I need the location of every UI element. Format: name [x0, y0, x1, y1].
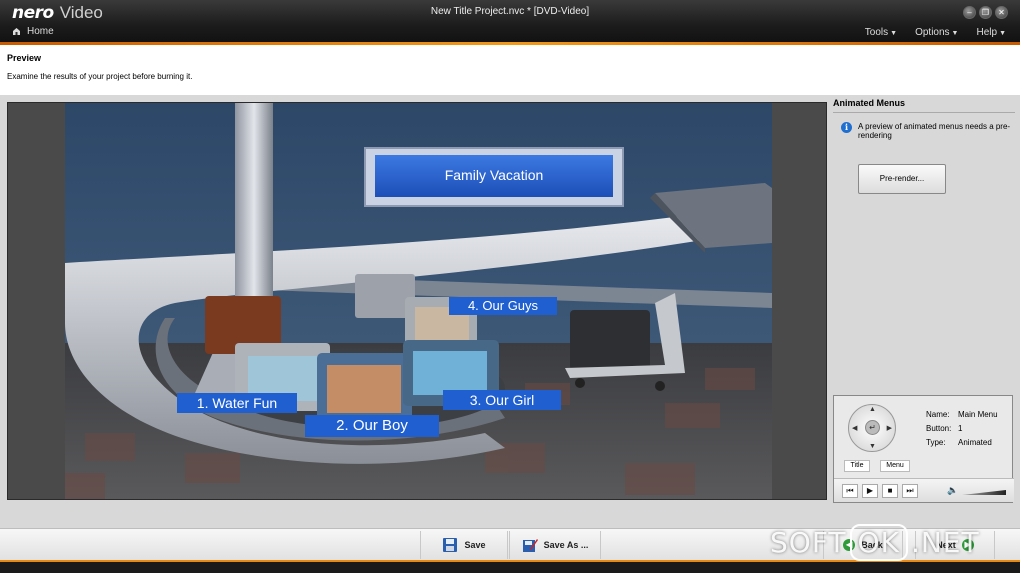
- menu-help[interactable]: Help ▼: [976, 27, 1006, 38]
- sign-text: Family Vacation: [444, 167, 544, 183]
- volume-slider[interactable]: [962, 490, 1006, 495]
- animated-menus-panel: Animated Menus i A preview of animated m…: [833, 98, 1015, 398]
- menu-tools-label: Tools: [864, 27, 889, 38]
- watermark-part-3: .NET: [910, 526, 980, 559]
- arrow-down-icon[interactable]: ▼: [869, 443, 876, 450]
- watermark: SOFT OK .NET: [770, 524, 980, 561]
- menu-preview-area: Family Vacation 1. Water Fun 2. Our Boy …: [7, 102, 827, 500]
- close-button[interactable]: ✕: [995, 6, 1008, 19]
- type-key: Type:: [926, 438, 946, 447]
- panel-title: Animated Menus: [833, 98, 1015, 113]
- transport-controls: ⏮ ▶ ■ ⏭ 🔈: [834, 478, 1014, 502]
- home-icon: [13, 28, 20, 35]
- top-menu: Tools ▼ Options ▼ Help ▼: [865, 27, 1006, 38]
- title-button[interactable]: Title: [844, 460, 870, 472]
- watermark-part-2: OK: [849, 524, 908, 561]
- menu-scene: Family Vacation 1. Water Fun 2. Our Boy …: [65, 103, 772, 499]
- window-controls: – ❐ ✕: [963, 6, 1008, 19]
- name-value: Main Menu: [958, 410, 998, 419]
- arrow-left-icon[interactable]: ◀: [852, 424, 857, 432]
- menu-button-water-fun[interactable]: 1. Water Fun: [177, 393, 297, 413]
- menu-help-label: Help: [976, 27, 998, 38]
- button-value: 1: [958, 424, 963, 433]
- floppy-disk-icon: [443, 538, 458, 552]
- save-as-label: Save As ...: [543, 540, 589, 550]
- nero-video-window: nero Video New Title Project.nvc * [DVD-V…: [0, 0, 1020, 573]
- enter-icon[interactable]: ↵: [865, 420, 880, 435]
- watermark-part-1: SOFT: [770, 526, 847, 559]
- menu-options[interactable]: Options ▼: [915, 27, 958, 38]
- minimize-button[interactable]: –: [963, 6, 976, 19]
- volume-icon: 🔈: [947, 485, 959, 495]
- home-label: Home: [27, 26, 54, 37]
- skip-forward-icon[interactable]: ⏭: [902, 484, 918, 498]
- menu-button-our-guys[interactable]: 4. Our Guys: [449, 297, 557, 315]
- arrow-right-icon[interactable]: ▶: [887, 424, 892, 432]
- arrow-up-icon[interactable]: ▲: [869, 406, 876, 413]
- name-key: Name:: [926, 410, 950, 419]
- home-nav[interactable]: Home: [12, 26, 54, 37]
- footer-strip: [0, 560, 1020, 573]
- menu-options-label: Options: [915, 27, 950, 38]
- remote-control-panel: ▲ ▼ ◀ ▶ ↵ Name: Main Menu Button: 1 Type: A…: [833, 395, 1014, 503]
- save-as-button[interactable]: Save As ...: [509, 531, 601, 559]
- menu-tools[interactable]: Tools ▼: [865, 27, 897, 38]
- prerender-info-text: A preview of animated menus needs a pre-…: [858, 122, 1011, 140]
- skip-back-icon[interactable]: ⏮: [842, 484, 858, 498]
- type-value: Animated: [958, 438, 992, 447]
- window-title: New Title Project.nvc * [DVD-Video]: [430, 6, 590, 17]
- chevron-down-icon: ▼: [999, 30, 1006, 37]
- save-button[interactable]: Save: [420, 531, 508, 559]
- page-header: Preview Examine the results of your proj…: [0, 45, 1020, 95]
- chevron-down-icon: ▼: [890, 30, 898, 37]
- title-bar: nero Video New Title Project.nvc * [DVD-V…: [0, 0, 1020, 42]
- chevron-down-icon: ▼: [951, 30, 959, 37]
- menu-button-our-boy[interactable]: 2. Our Boy: [305, 415, 439, 437]
- button-key: Button:: [926, 424, 952, 433]
- navigation-dpad[interactable]: ▲ ▼ ◀ ▶ ↵: [848, 404, 896, 452]
- play-icon[interactable]: ▶: [862, 484, 878, 498]
- stop-icon[interactable]: ■: [882, 484, 898, 498]
- remote-info: Name: Main Menu Button: 1 Type: Animated: [926, 408, 998, 450]
- menu-button[interactable]: Menu: [880, 460, 910, 472]
- page-title: Preview: [7, 53, 42, 63]
- prerender-info: i A preview of animated menus needs a pr…: [841, 122, 1013, 140]
- menu-button-our-girl[interactable]: 3. Our Girl: [443, 390, 561, 410]
- info-icon: i: [841, 122, 852, 133]
- prerender-button[interactable]: Pre-render...: [858, 164, 946, 194]
- save-label: Save: [464, 540, 486, 550]
- page-description: Examine the results of your project befo…: [7, 72, 193, 81]
- restore-button[interactable]: ❐: [979, 6, 992, 19]
- save-as-icon: [522, 539, 538, 552]
